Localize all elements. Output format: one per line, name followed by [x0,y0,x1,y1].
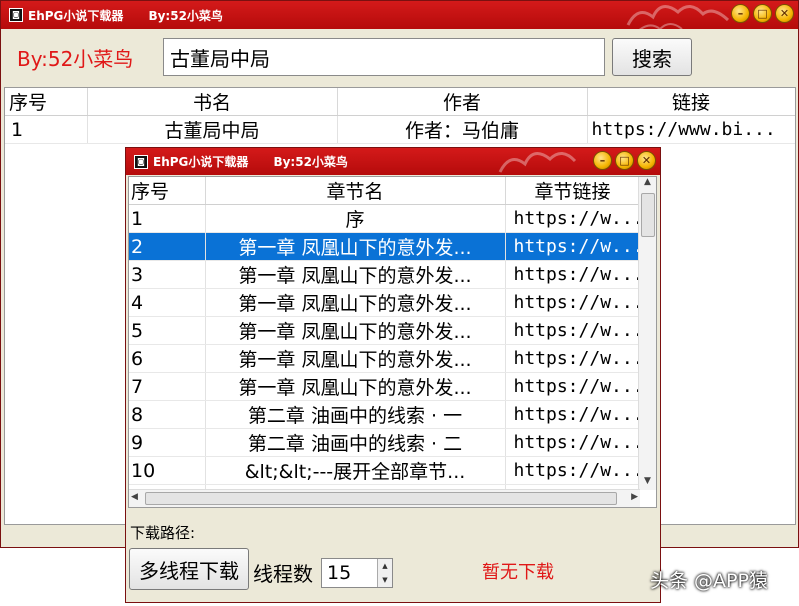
cell-name: 第二章 油画中的线索 · 一 [205,400,506,429]
stepper-up-icon[interactable]: ▲ [378,559,392,573]
minimize-button[interactable]: – [593,151,612,170]
cell-no: 7 [129,372,206,401]
watermark: 头条 @APP猿 [650,570,768,592]
book-table-header: 序号 书名 作者 链接 [5,88,795,116]
chapter-table: 序号 章节名 章节链接 1 序 https://w... 2 第一章 凤凰山下的意外发.… [128,176,657,508]
cell-name: 第二章 油画中的线索 · 二 [205,428,506,457]
cell-link: https://w... [505,260,640,289]
col-header-chapter-link[interactable]: 章节链接 [505,177,640,205]
cell-no: 6 [129,344,206,373]
thread-count-label: 线程数 [253,562,313,586]
col-header-no[interactable]: 序号 [5,88,88,116]
scroll-up-arrow-icon[interactable]: ▲ [639,177,656,191]
col-header-author[interactable]: 作者 [337,88,588,116]
scroll-thumb[interactable] [641,193,655,237]
scroll-down-arrow-icon[interactable]: ▼ [639,476,656,490]
main-title-bar[interactable]: ◙ EhPG小说下载器 By:52小菜鸟 – □ ✕ [1,1,798,29]
h-scroll-thumb[interactable] [145,492,617,505]
cell-name: 第一章 凤凰山下的意外发... [205,232,506,261]
cell-name: 第一章 凤凰山下的意外发... [205,260,506,289]
cloud-decoration-icon [626,5,730,29]
cell-no: 8 [129,400,206,429]
close-button[interactable]: ✕ [637,151,656,170]
cell-name: 第一章 凤凰山下的意外发... [205,316,506,345]
cell-no: 1 [129,204,206,233]
cell-no: 2 [129,232,206,261]
col-header-name[interactable]: 书名 [87,88,338,116]
table-row[interactable]: 4 第一章 凤凰山下的意外发... https://w... [129,288,640,317]
table-row[interactable]: 6 第一章 凤凰山下的意外发... https://w... [129,344,640,373]
chapter-table-viewport: 序号 章节名 章节链接 1 序 https://w... 2 第一章 凤凰山下的意外发.… [129,177,640,490]
cell-link: https://www.bi... [587,115,795,144]
cell-no: 9 [129,428,206,457]
cell-no: 1 [5,115,88,144]
cell-name: 第一章 凤凰山下的意外发... [205,344,506,373]
cell-link: https://w... [505,316,640,345]
col-header-link[interactable]: 链接 [587,88,795,116]
thread-count-value[interactable]: 15 [327,562,351,584]
maximize-button[interactable]: □ [615,151,634,170]
chapter-title-bar[interactable]: ◙ EhPG小说下载器 By:52小菜鸟 – □ ✕ [126,148,660,175]
cell-author: 作者：马伯庸 [337,115,588,144]
cell-no: 3 [129,260,206,289]
multithread-download-button[interactable]: 多线程下载 [129,548,249,590]
table-row[interactable]: 8 第二章 油画中的线索 · 一 https://w... [129,400,640,429]
table-row[interactable]: 7 第一章 凤凰山下的意外发... https://w... [129,372,640,401]
table-row[interactable]: 1 古董局中局 作者：马伯庸 https://www.bi... [5,115,795,144]
app-icon: ◙ [134,154,148,169]
table-row[interactable]: 5 第一章 凤凰山下的意外发... https://w... [129,316,640,345]
cloud-decoration-icon [498,152,577,173]
cell-link: https://w... [505,204,640,233]
col-header-no[interactable]: 序号 [129,177,206,205]
scroll-left-arrow-icon[interactable]: ◀ [131,492,138,502]
table-row[interactable]: 2 第一章 凤凰山下的意外发... https://w... [129,232,640,261]
thread-count-stepper[interactable]: 15 ▲ ▼ [321,558,393,588]
table-row[interactable]: 3 第一章 凤凰山下的意外发... https://w... [129,260,640,289]
cell-name: 第一章 凤凰山下的意外发... [205,372,506,401]
cell-name: 古董局中局 [87,115,338,144]
cell-no: 4 [129,288,206,317]
vertical-scrollbar[interactable]: ▲ ▼ [638,177,656,490]
search-input[interactable] [163,38,605,76]
minimize-button[interactable]: – [731,4,750,23]
cell-name: 序 [205,204,506,233]
cell-link: https://w... [505,288,640,317]
cell-name: 第一章 凤凰山下的意外发... [205,288,506,317]
chapter-window-title: EhPG小说下载器 By:52小菜鸟 [153,155,348,169]
col-header-chapter-name[interactable]: 章节名 [205,177,506,205]
chapter-window: ◙ EhPG小说下载器 By:52小菜鸟 – □ ✕ 序号 章节名 章节链接 1… [125,147,661,603]
cell-no: 10 [129,456,206,485]
stepper-buttons[interactable]: ▲ ▼ [377,559,392,587]
cell-no: 5 [129,316,206,345]
search-button[interactable]: 搜索 [612,38,692,76]
cell-link: https://w... [505,456,640,485]
download-path-label: 下载路径: [130,524,196,542]
cell-link: https://w... [505,400,640,429]
horizontal-scrollbar[interactable]: ◀ ▶ [129,489,640,507]
main-window-title: EhPG小说下载器 By:52小菜鸟 [28,8,223,23]
cell-link: https://w... [505,344,640,373]
table-row[interactable]: 10 &lt;&lt;---展开全部章节... https://w... [129,456,640,485]
cell-link: https://w... [505,372,640,401]
cell-link: https://w... [505,232,640,261]
download-status: 暂无下载 [482,562,554,583]
stepper-down-icon[interactable]: ▼ [378,573,392,587]
author-label: By:52小菜鸟 [17,47,134,71]
cell-link: https://w... [505,428,640,457]
app-icon: ◙ [9,8,23,22]
close-button[interactable]: ✕ [775,4,794,23]
maximize-button[interactable]: □ [753,4,772,23]
chapter-table-header: 序号 章节名 章节链接 [129,177,640,205]
table-row[interactable]: 1 序 https://w... [129,204,640,233]
cell-name: &lt;&lt;---展开全部章节... [205,456,506,485]
scroll-right-arrow-icon[interactable]: ▶ [631,492,638,502]
table-row[interactable]: 9 第二章 油画中的线索 · 二 https://w... [129,428,640,457]
